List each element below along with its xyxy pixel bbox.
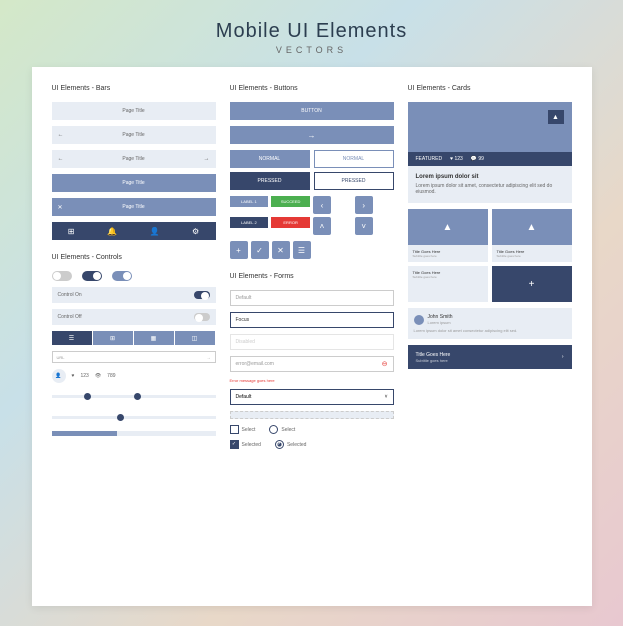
chevron-down-icon[interactable]: ˅ bbox=[355, 217, 373, 235]
plus-icon[interactable]: + bbox=[492, 266, 572, 302]
close-icon[interactable]: ✕ bbox=[272, 241, 290, 259]
chevron-left-icon[interactable]: ‹ bbox=[313, 196, 331, 214]
chevron-right-icon[interactable]: › bbox=[355, 196, 373, 214]
section-title-controls: UI Elements - Controls bbox=[52, 254, 216, 261]
input-default[interactable]: Default bbox=[230, 290, 394, 306]
input-error[interactable]: error@email.com bbox=[230, 356, 394, 372]
chip-label1[interactable]: LABEL 1 bbox=[230, 196, 269, 207]
menu-icon[interactable]: ☰ bbox=[293, 241, 311, 259]
card-stats-bar: FEATURED ♥ 123 💬 99 bbox=[408, 152, 572, 166]
small-card[interactable]: Title Goes HereSubtitle goes here bbox=[408, 266, 488, 302]
input-focus[interactable]: Focus bbox=[230, 312, 394, 328]
user-icon[interactable]: 👤 bbox=[150, 227, 160, 236]
control-row-on[interactable]: Control On bbox=[52, 287, 216, 303]
card-hero-image: ▲ bbox=[408, 102, 572, 152]
chip-error[interactable]: ERROR bbox=[271, 217, 310, 228]
primary-button[interactable]: BUTTON bbox=[230, 102, 394, 120]
progress-bar bbox=[52, 431, 216, 436]
nav-bar-back[interactable]: Page Title bbox=[52, 126, 216, 144]
nav-bar-close[interactable]: Page Title bbox=[52, 198, 216, 216]
check-icon[interactable]: ✓ bbox=[251, 241, 269, 259]
gear-icon[interactable]: ⚙ bbox=[192, 227, 199, 236]
small-card[interactable]: ▲ Title Goes HereSubtitle goes here bbox=[492, 209, 572, 262]
toggle-on-light[interactable] bbox=[112, 271, 132, 281]
seg-card-icon[interactable]: ▦ bbox=[134, 331, 175, 345]
section-title-forms: UI Elements - Forms bbox=[230, 273, 394, 280]
seg-list-icon[interactable]: ☰ bbox=[52, 331, 93, 345]
tab-bar: ⊞ 🔔 👤 ⚙ bbox=[52, 222, 216, 240]
range-slider[interactable] bbox=[52, 395, 216, 398]
toggle-icon[interactable] bbox=[194, 291, 210, 299]
pressed-button-fill[interactable]: PRESSED bbox=[230, 172, 310, 190]
image-icon: ▲ bbox=[548, 110, 564, 124]
url-input[interactable]: URL→ bbox=[52, 351, 216, 363]
add-card[interactable]: + bbox=[492, 266, 572, 302]
bell-icon[interactable]: 🔔 bbox=[107, 227, 117, 236]
card-footer[interactable]: Title Goes HereSubtitle goes here › bbox=[408, 345, 572, 369]
arrow-button[interactable]: → bbox=[230, 126, 394, 144]
section-title-bars: UI Elements - Bars bbox=[52, 85, 216, 92]
select-default[interactable]: Default˅ bbox=[230, 389, 394, 405]
toggle-off[interactable] bbox=[52, 271, 72, 281]
select-placeholder[interactable] bbox=[230, 411, 394, 419]
go-icon[interactable]: → bbox=[207, 355, 211, 360]
grid-icon[interactable]: ⊞ bbox=[68, 227, 75, 236]
section-title-buttons: UI Elements - Buttons bbox=[230, 85, 394, 92]
profile-stats-row: 👤 ♥123 👁789 bbox=[52, 369, 216, 383]
small-card[interactable]: ▲ Title Goes HereSubtitle goes here bbox=[408, 209, 488, 262]
plus-icon[interactable]: + bbox=[230, 241, 248, 259]
seg-grid-icon[interactable]: ⊞ bbox=[93, 331, 134, 345]
pressed-button-outline[interactable]: PRESSED bbox=[314, 172, 394, 190]
normal-button-fill[interactable]: NORMAL bbox=[230, 150, 310, 168]
review-card: John SmithLorem ipsum Lorem ipsum dolor … bbox=[408, 308, 572, 339]
section-title-cards: UI Elements - Cards bbox=[408, 85, 572, 92]
image-icon: ▲ bbox=[408, 209, 488, 245]
toggle-on-dark[interactable] bbox=[82, 271, 102, 281]
checkbox-checked[interactable]: Selected bbox=[230, 440, 261, 449]
page-title: Mobile UI Elements bbox=[216, 20, 407, 43]
input-disabled: Disabled bbox=[230, 334, 394, 350]
seg-tile-icon[interactable]: ◫ bbox=[175, 331, 216, 345]
error-message: Error message goes here bbox=[230, 378, 394, 383]
segmented-control: ☰ ⊞ ▦ ◫ bbox=[52, 331, 216, 345]
avatar-icon bbox=[414, 315, 424, 325]
eye-icon[interactable]: 👁 bbox=[95, 373, 101, 379]
image-icon: ▲ bbox=[492, 209, 572, 245]
single-slider[interactable] bbox=[52, 416, 216, 419]
featured-card[interactable]: ▲ FEATURED ♥ 123 💬 99 Lorem ipsum dolor … bbox=[408, 102, 572, 203]
comment-icon[interactable]: 💬 99 bbox=[471, 156, 484, 162]
toggle-icon[interactable] bbox=[194, 313, 210, 321]
heart-icon[interactable]: ♥ 123 bbox=[450, 156, 463, 162]
normal-button-outline[interactable]: NORMAL bbox=[314, 150, 394, 168]
chevron-down-icon: ˅ bbox=[385, 394, 388, 400]
heart-icon[interactable]: ♥ bbox=[72, 373, 75, 379]
chevron-up-icon[interactable]: ˄ bbox=[313, 217, 331, 235]
avatar-icon[interactable]: 👤 bbox=[52, 369, 66, 383]
nav-bar-medium[interactable]: Page Title bbox=[52, 174, 216, 192]
control-row-off[interactable]: Control Off bbox=[52, 309, 216, 325]
radio-checked[interactable]: Selected bbox=[275, 440, 306, 449]
card-title: Lorem ipsum dolor sit bbox=[416, 174, 564, 180]
checkbox-unchecked[interactable]: Select bbox=[230, 425, 256, 434]
page-subtitle: VECTORS bbox=[216, 45, 407, 55]
ui-kit-sheet: UI Elements - Bars Page Title Page Title… bbox=[32, 67, 592, 606]
chevron-right-icon[interactable]: › bbox=[562, 354, 564, 360]
nav-bar-light[interactable]: Page Title bbox=[52, 102, 216, 120]
chip-label2[interactable]: LABEL 2 bbox=[230, 217, 269, 228]
radio-unchecked[interactable]: Select bbox=[269, 425, 295, 434]
chip-succeed[interactable]: SUCCEED bbox=[271, 196, 310, 207]
card-body-text: Lorem ipsum dolor sit amet, consectetur … bbox=[416, 183, 564, 195]
nav-bar-back-fwd[interactable]: Page Title bbox=[52, 150, 216, 168]
